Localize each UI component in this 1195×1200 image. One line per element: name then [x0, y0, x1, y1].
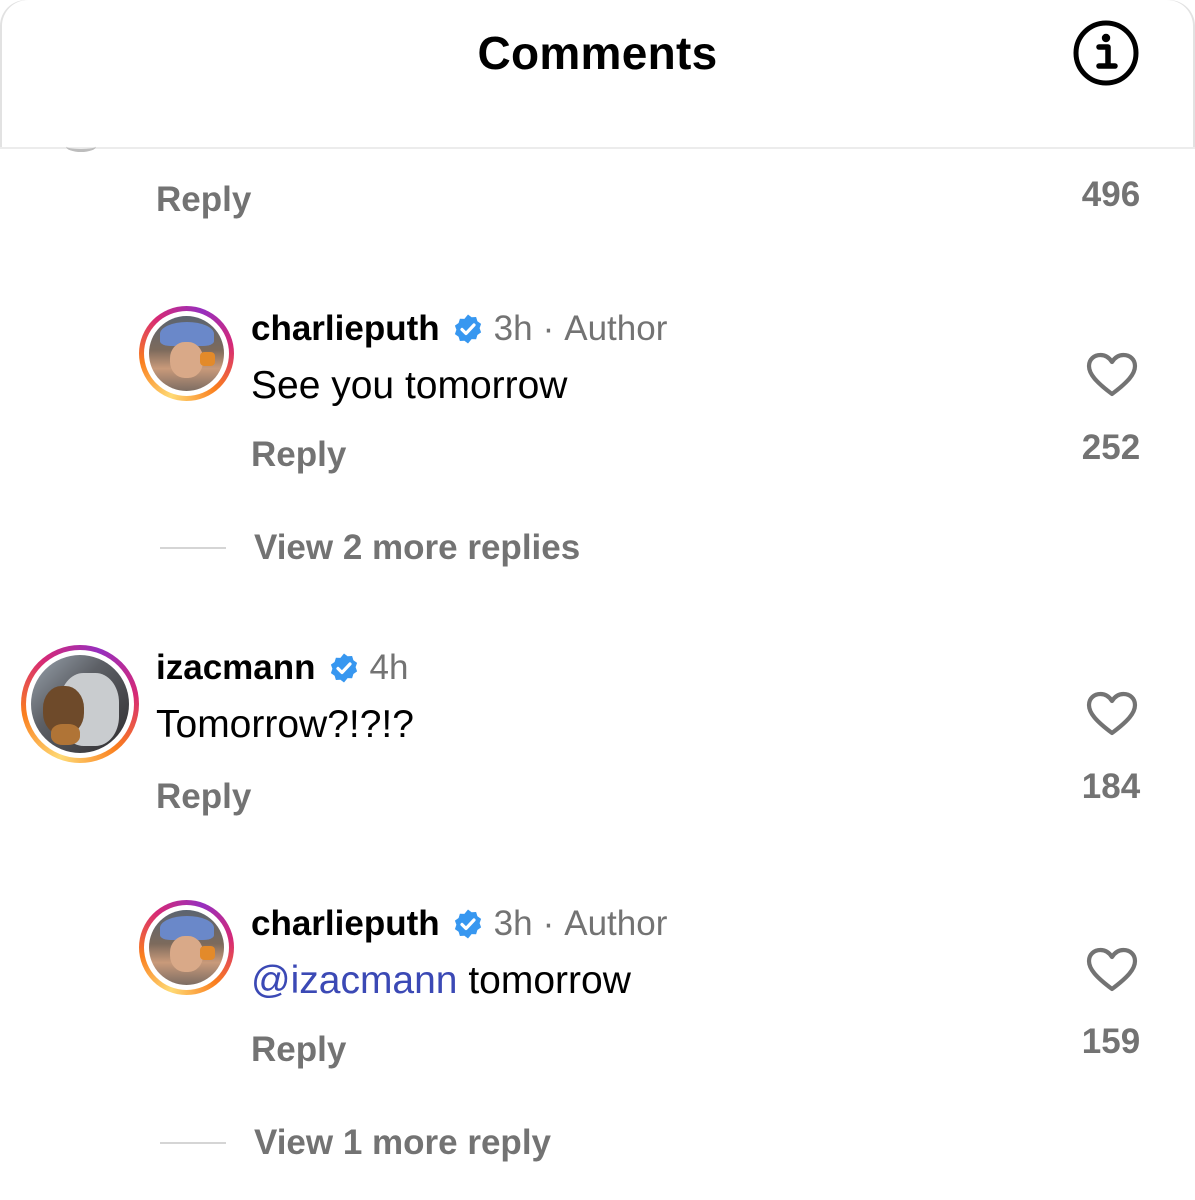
like-count: 184	[1081, 767, 1141, 806]
page-title: Comments	[477, 27, 718, 79]
view-more-label[interactable]: View 2 more replies	[254, 528, 580, 568]
like-count: 159	[1081, 1022, 1141, 1061]
heart-icon[interactable]	[1086, 352, 1138, 398]
comments-screen: Comments Reply 496 charlieputh 3h · Auth…	[0, 0, 1195, 1200]
comment-text: See you tomorrow	[251, 364, 568, 407]
avatar[interactable]	[139, 306, 234, 401]
view-more-label[interactable]: View 1 more reply	[254, 1123, 551, 1163]
avatar-photo	[149, 910, 224, 985]
avatar[interactable]	[21, 645, 139, 763]
heart-icon[interactable]	[1086, 947, 1138, 993]
reply-button[interactable]: Reply	[251, 435, 346, 475]
meta-separator: ·	[542, 309, 555, 348]
verified-badge-icon	[452, 908, 484, 940]
meta-separator: ·	[542, 904, 555, 943]
view-more-replies[interactable]: View 1 more reply	[160, 1123, 551, 1163]
comments-header: Comments	[0, 0, 1195, 149]
comment-meta: izacmann 4h	[156, 648, 408, 688]
avatar[interactable]	[139, 900, 234, 995]
username[interactable]: charlieputh	[251, 309, 440, 349]
comment-time: 3h	[493, 309, 533, 348]
comment-time: 3h	[493, 904, 533, 943]
reply-button[interactable]: Reply	[251, 1030, 346, 1070]
verified-badge-icon	[328, 652, 360, 684]
username[interactable]: charlieputh	[251, 904, 440, 944]
comment-text: @izacmann tomorrow	[251, 959, 631, 1003]
avatar-photo	[149, 316, 224, 391]
previous-avatar-edge	[66, 141, 96, 152]
verified-badge-icon	[452, 313, 484, 345]
comment-text-body: tomorrow	[457, 959, 631, 1002]
like-count: 252	[1081, 428, 1141, 467]
author-label: Author	[564, 904, 668, 943]
comment-meta: charlieputh 3h · Author	[251, 309, 667, 349]
view-more-replies[interactable]: View 2 more replies	[160, 528, 580, 568]
info-icon[interactable]	[1071, 18, 1141, 88]
reply-button[interactable]: Reply	[156, 180, 251, 220]
mention-link[interactable]: @izacmann	[251, 959, 458, 1002]
comment-time: 4h	[369, 648, 409, 687]
thread-line	[160, 547, 226, 549]
avatar-photo	[31, 655, 129, 753]
heart-icon[interactable]	[1086, 691, 1138, 737]
reply-button[interactable]: Reply	[156, 777, 251, 817]
like-count: 496	[1081, 175, 1141, 214]
comment-text: Tomorrow?!?!?	[156, 703, 414, 746]
comment-meta: charlieputh 3h · Author	[251, 904, 667, 944]
username[interactable]: izacmann	[156, 648, 316, 688]
thread-line	[160, 1142, 226, 1144]
author-label: Author	[564, 309, 668, 348]
